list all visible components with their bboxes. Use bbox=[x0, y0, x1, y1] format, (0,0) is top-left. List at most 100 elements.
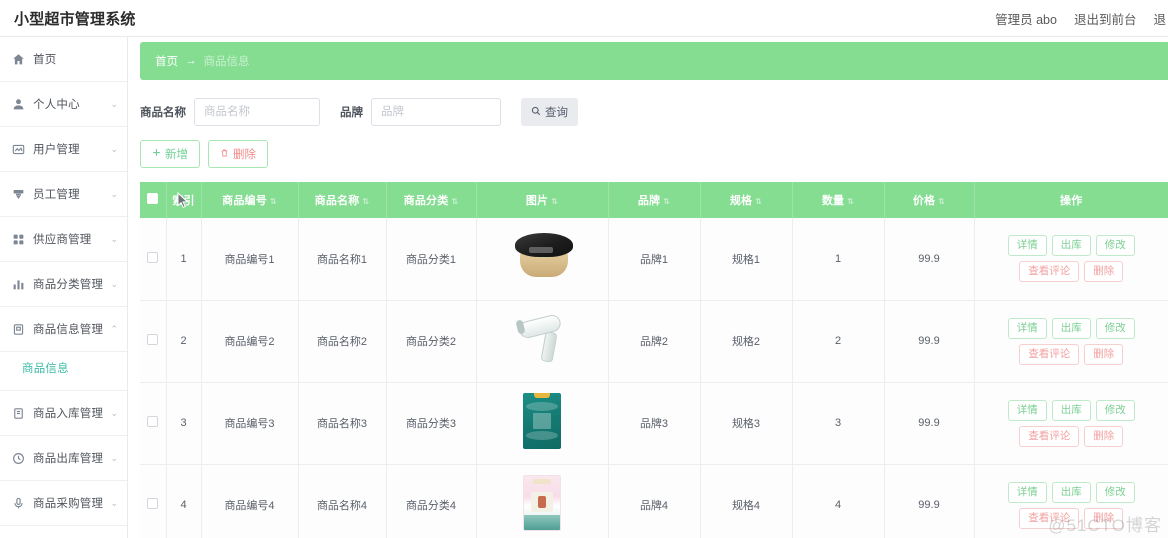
exit-to-front-link[interactable]: 退出到前台 bbox=[1074, 9, 1137, 28]
row-select-cell[interactable] bbox=[140, 218, 167, 301]
brand-input[interactable] bbox=[371, 98, 501, 126]
sort-icon[interactable]: ⇅ bbox=[847, 197, 854, 206]
modify-button[interactable]: 修改 bbox=[1095, 317, 1135, 339]
cell-image[interactable] bbox=[476, 218, 609, 301]
row-checkbox[interactable] bbox=[147, 498, 159, 509]
sort-icon[interactable]: ⇅ bbox=[938, 197, 945, 206]
plus-icon bbox=[152, 148, 161, 160]
sidebar-item-system-management[interactable]: 系统管理 ⌄ bbox=[0, 526, 127, 538]
cell-image[interactable] bbox=[476, 300, 609, 383]
product-name-label: 商品名称 bbox=[140, 107, 186, 119]
sidebar-item-personal-center[interactable]: 个人中心 ⌄ bbox=[0, 82, 127, 127]
sort-icon[interactable]: ⇅ bbox=[551, 197, 558, 206]
card-icon bbox=[11, 142, 26, 157]
arrow-right-icon: → bbox=[185, 55, 197, 67]
column-header-image-label: 图片 bbox=[525, 195, 549, 207]
sidebar-item-staff-management[interactable]: 员工管理 ⌄ bbox=[0, 172, 127, 217]
cell-spec: 规格2 bbox=[700, 300, 793, 383]
sidebar-item-supplier-management-label: 供应商管理 bbox=[33, 234, 92, 246]
row-checkbox[interactable] bbox=[147, 334, 159, 345]
sidebar-subitem-product-info[interactable]: 商品信息 bbox=[0, 357, 127, 379]
column-header-operations-label: 操作 bbox=[1060, 195, 1083, 207]
column-header-spec[interactable]: 规格 ⇅ bbox=[700, 182, 793, 218]
sidebar-item-product-info-management[interactable]: 商品信息管理 ⌃ bbox=[0, 307, 127, 352]
product-name-input[interactable] bbox=[194, 98, 320, 126]
table-row[interactable]: 1 商品编号1 商品名称1 商品分类1 品牌1 规格1 1 99.9 详情 出库… bbox=[140, 218, 1168, 301]
sort-icon[interactable]: ⇅ bbox=[270, 197, 277, 206]
detail-button[interactable]: 详情 bbox=[1007, 481, 1047, 503]
breadcrumb-home[interactable]: 首页 bbox=[155, 53, 178, 69]
product-thumbnail-rice-cooker[interactable] bbox=[515, 231, 573, 295]
detail-button[interactable]: 详情 bbox=[1007, 317, 1047, 339]
add-button[interactable]: 新增 bbox=[140, 140, 200, 168]
sidebar-item-product-inbound-management[interactable]: 商品入库管理 ⌄ bbox=[0, 391, 127, 436]
sort-icon[interactable]: ⇅ bbox=[362, 197, 369, 206]
outbound-button[interactable]: 出库 bbox=[1051, 399, 1091, 421]
admin-user-label: 管理员 abo bbox=[995, 12, 1057, 27]
chevron-down-icon: ⌄ bbox=[110, 407, 118, 418]
sidebar-item-user-management-label: 用户管理 bbox=[33, 144, 80, 156]
detail-button[interactable]: 详情 bbox=[1007, 399, 1047, 421]
user-icon bbox=[11, 97, 26, 112]
sidebar-item-product-category-management-label: 商品分类管理 bbox=[33, 279, 104, 291]
chevron-down-icon: ⌄ bbox=[110, 452, 118, 463]
column-header-image[interactable]: 图片 ⇅ bbox=[476, 182, 609, 218]
row-checkbox[interactable] bbox=[147, 251, 159, 263]
modify-button[interactable]: 修改 bbox=[1095, 481, 1135, 503]
row-select-cell[interactable] bbox=[140, 300, 167, 383]
row-delete-button[interactable]: 删除 bbox=[1084, 343, 1124, 365]
column-header-brand[interactable]: 品牌 ⇅ bbox=[608, 182, 701, 218]
column-header-price[interactable]: 价格 ⇅ bbox=[884, 182, 975, 218]
row-select-cell[interactable] bbox=[140, 464, 167, 538]
cell-brand: 品牌1 bbox=[608, 218, 701, 301]
modify-button[interactable]: 修改 bbox=[1095, 399, 1135, 421]
column-header-qty[interactable]: 数量 ⇅ bbox=[792, 182, 885, 218]
row-delete-button[interactable]: 删除 bbox=[1084, 425, 1124, 447]
logout-link[interactable]: 退 bbox=[1153, 9, 1166, 28]
sidebar-item-product-outbound-management[interactable]: 商品出库管理 ⌄ bbox=[0, 436, 127, 481]
select-all-header[interactable] bbox=[140, 182, 167, 218]
row-checkbox[interactable] bbox=[147, 416, 159, 427]
table-row[interactable]: 2 商品编号2 商品名称2 商品分类2 品牌2 规格2 2 99.9 详情 出库… bbox=[140, 300, 1168, 383]
product-thumbnail-teal-rice-bag[interactable] bbox=[515, 393, 569, 457]
delete-button[interactable]: 删除 bbox=[208, 140, 268, 168]
view-comments-button[interactable]: 查看评论 bbox=[1019, 261, 1080, 283]
cell-image[interactable] bbox=[476, 464, 609, 538]
outbound-button[interactable]: 出库 bbox=[1051, 235, 1091, 257]
sort-icon[interactable]: ⇅ bbox=[451, 197, 458, 206]
sort-icon[interactable]: ⇅ bbox=[755, 197, 762, 206]
outbound-button[interactable]: 出库 bbox=[1051, 481, 1091, 503]
view-comments-button[interactable]: 查看评论 bbox=[1019, 343, 1080, 365]
search-button[interactable]: 查询 bbox=[521, 98, 578, 126]
sidebar-item-supplier-management[interactable]: 供应商管理 ⌄ bbox=[0, 217, 127, 262]
cell-image[interactable] bbox=[476, 382, 609, 465]
view-comments-button[interactable]: 查看评论 bbox=[1019, 425, 1080, 447]
sidebar-item-product-category-management[interactable]: 商品分类管理 ⌄ bbox=[0, 262, 127, 307]
column-header-code[interactable]: 商品编号 ⇅ bbox=[201, 182, 299, 218]
table-row[interactable]: 4 商品编号4 商品名称4 商品分类4 品牌4 规格4 4 99.9 详情 出库… bbox=[140, 464, 1168, 538]
product-thumbnail-pink-package[interactable] bbox=[515, 475, 569, 538]
column-header-category[interactable]: 商品分类 ⇅ bbox=[386, 182, 477, 218]
sidebar-item-home[interactable]: 首页 bbox=[0, 37, 127, 82]
sidebar-item-product-purchase-management[interactable]: 商品采购管理 ⌄ bbox=[0, 481, 127, 526]
sidebar-item-user-management[interactable]: 用户管理 ⌄ bbox=[0, 127, 127, 172]
cell-name: 商品名称1 bbox=[298, 218, 387, 301]
chevron-down-icon: ⌄ bbox=[110, 233, 118, 244]
column-header-spec-label: 规格 bbox=[729, 195, 753, 207]
product-thumbnail-hair-dryer[interactable] bbox=[515, 312, 569, 376]
column-header-name[interactable]: 商品名称 ⇅ bbox=[298, 182, 387, 218]
modify-button[interactable]: 修改 bbox=[1095, 235, 1135, 257]
table-row[interactable]: 3 商品编号3 商品名称3 商品分类3 品牌3 规格3 3 99.9 详情 出库… bbox=[140, 382, 1168, 465]
inbox-icon bbox=[11, 406, 26, 421]
row-select-cell[interactable] bbox=[140, 382, 167, 465]
sort-icon[interactable]: ⇅ bbox=[663, 197, 670, 206]
outbound-button[interactable]: 出库 bbox=[1051, 317, 1091, 339]
cell-brand: 品牌3 bbox=[608, 382, 701, 465]
chevron-down-icon: ⌄ bbox=[110, 497, 118, 508]
select-all-checkbox[interactable] bbox=[147, 193, 159, 204]
app-title: 小型超市管理系统 bbox=[14, 10, 136, 28]
cell-index: 3 bbox=[166, 382, 202, 465]
cell-operations: 详情 出库 修改 查看评论 删除 bbox=[974, 218, 1168, 301]
detail-button[interactable]: 详情 bbox=[1007, 235, 1047, 257]
row-delete-button[interactable]: 删除 bbox=[1084, 261, 1124, 283]
